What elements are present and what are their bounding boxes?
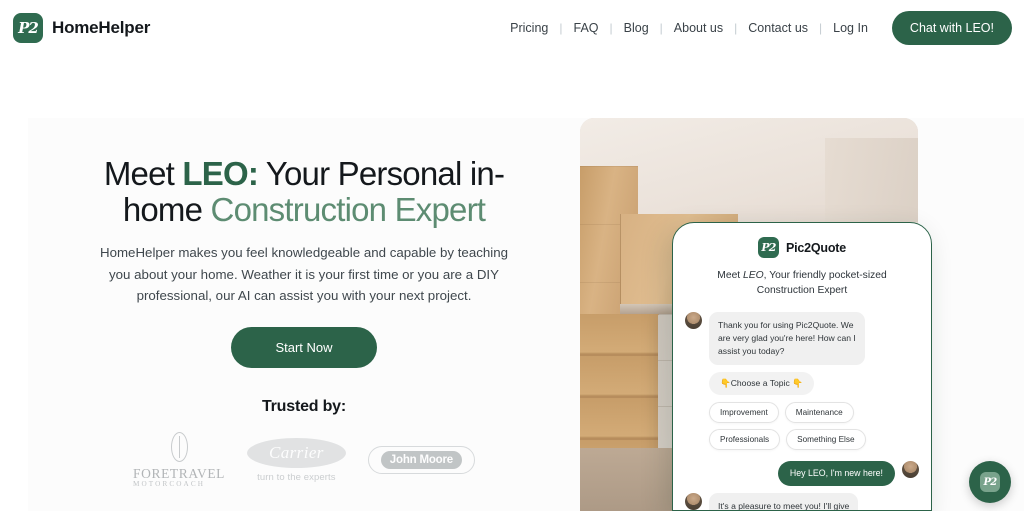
topic-chip-maintenance[interactable]: Maintenance <box>784 401 854 423</box>
tagline-leo: LEO <box>743 270 764 281</box>
hero-subcopy: HomeHelper makes you feel knowledgeable … <box>99 245 509 304</box>
floating-chat-button[interactable]: P2 <box>969 461 1011 503</box>
hero-right-column: P2 Pic2Quote Meet LEO, Your friendly poc… <box>580 118 1024 511</box>
chat-with-leo-button[interactable]: Chat with LEO! <box>891 11 1012 45</box>
logo-carrier: Carrier turn to the experts <box>247 437 346 483</box>
chat-message-user: Hey LEO, I'm new here! <box>685 460 919 486</box>
nav-item-log-in[interactable]: Log In <box>822 21 879 35</box>
nav-links: Pricing | FAQ | Blog | About us | Contac… <box>499 11 1024 45</box>
nav-item-pricing[interactable]: Pricing <box>499 21 559 35</box>
carrier-tagline: turn to the experts <box>257 471 336 483</box>
john-moore-name: John Moore <box>380 451 462 470</box>
pic2quote-name: Pic2Quote <box>785 240 847 255</box>
carrier-name: Carrier <box>247 437 346 468</box>
avatar <box>685 492 702 510</box>
chat-bubble-text: Thank you for using Pic2Quote. We are ve… <box>709 311 865 365</box>
nav-item-contact-us[interactable]: Contact us <box>737 21 819 35</box>
hero-section: Meet LEO: Your Personal in-home Construc… <box>28 118 1024 511</box>
topic-chip-professionals[interactable]: Professionals <box>709 428 781 450</box>
topic-chip-improvement[interactable]: Improvement <box>709 401 779 423</box>
choose-topic-chip[interactable]: 👇Choose a Topic 👇 <box>709 371 814 395</box>
chat-message-bot: It's a pleasure to meet you! I'll give <box>685 492 919 510</box>
page-root: P2 HomeHelper Pricing | FAQ | Blog | Abo… <box>0 0 1024 511</box>
avatar <box>902 460 919 478</box>
phone-mockup: P2 Pic2Quote Meet LEO, Your friendly poc… <box>672 222 932 511</box>
headline-expert: Construction Expert <box>210 190 486 228</box>
topic-chip-something-else[interactable]: Something Else <box>786 428 866 450</box>
avatar <box>685 311 702 329</box>
pic2quote-logo-icon: P2 <box>757 237 779 258</box>
pic2quote-tagline: Meet LEO, Your friendly pocket-sized Con… <box>702 269 902 299</box>
nav-item-faq[interactable]: FAQ <box>563 21 610 35</box>
chat-bubble-text: Hey LEO, I'm new here! <box>777 460 895 486</box>
nav-item-about-us[interactable]: About us <box>663 21 734 35</box>
headline-leo: LEO: <box>182 155 259 192</box>
top-navigation-bar: P2 HomeHelper Pricing | FAQ | Blog | Abo… <box>0 0 1024 56</box>
pic2quote-logo-icon: P2 <box>980 472 1000 492</box>
chat-thread: Thank you for using Pic2Quote. We are ve… <box>673 299 931 510</box>
pic2quote-brand: P2 Pic2Quote <box>757 237 847 258</box>
phone-header: P2 Pic2Quote Meet LEO, Your friendly poc… <box>673 223 931 299</box>
trusted-by-logos: FORETRAVEL MOTORCOACH Carrier turn to th… <box>133 431 475 489</box>
start-now-button[interactable]: Start Now <box>231 326 377 368</box>
tagline-part-2: , Your friendly pocket-sized Constructio… <box>756 270 887 296</box>
chat-message-bot: Thank you for using Pic2Quote. We are ve… <box>685 311 919 365</box>
hero-left-column: Meet LEO: Your Personal in-home Construc… <box>28 118 580 511</box>
brand-name: HomeHelper <box>52 18 151 37</box>
page-title: Meet LEO: Your Personal in-home Construc… <box>94 156 514 227</box>
foretravel-leaf-icon <box>170 431 188 462</box>
foretravel-sub: MOTORCOACH <box>133 480 206 489</box>
headline-part-1: Meet <box>103 155 183 192</box>
brand-logo[interactable]: P2 HomeHelper <box>13 13 150 43</box>
tagline-part-1: Meet <box>717 270 744 281</box>
foretravel-name: FORETRAVEL <box>133 465 226 481</box>
photo-upper-wall <box>825 138 918 234</box>
logo-john-moore: John Moore <box>367 446 475 475</box>
logo-foretravel: FORETRAVEL MOTORCOACH <box>133 431 226 489</box>
homehelper-logo-icon: P2 <box>13 13 43 43</box>
trusted-by-heading: Trusted by: <box>261 397 347 415</box>
topic-chip-list: Improvement Maintenance Professionals So… <box>709 401 891 450</box>
chat-bubble-text: It's a pleasure to meet you! I'll give <box>709 492 859 510</box>
nav-item-blog[interactable]: Blog <box>613 21 660 35</box>
